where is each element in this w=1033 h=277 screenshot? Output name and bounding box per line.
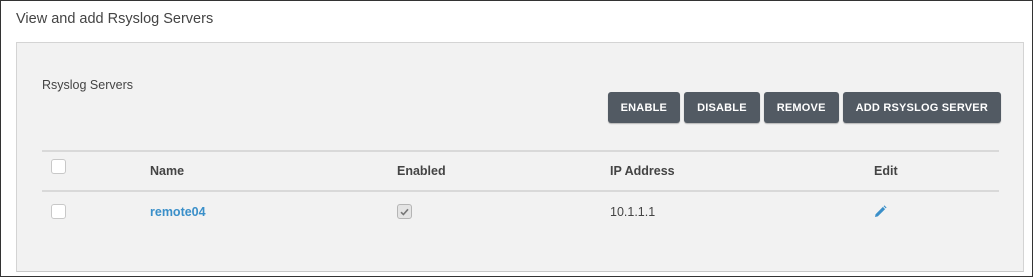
column-header-name[interactable]: Name [150, 152, 184, 190]
column-header-edit: Edit [874, 164, 898, 178]
page-title: View and add Rsyslog Servers [16, 11, 214, 27]
row-select-cell [51, 192, 66, 231]
column-header-enabled[interactable]: Enabled [397, 152, 446, 190]
remove-button[interactable]: REMOVE [763, 92, 839, 123]
row-select-checkbox[interactable] [51, 204, 66, 219]
column-header-ip-address[interactable]: IP Address [610, 152, 675, 190]
checkmark-icon [400, 208, 409, 216]
pencil-icon[interactable] [874, 205, 887, 218]
select-all-cell [51, 147, 66, 185]
toolbar: ENABLE DISABLE REMOVE ADD RSYSLOG SERVER [607, 92, 1001, 123]
window-frame: View and add Rsyslog Servers Rsyslog Ser… [0, 0, 1033, 277]
disable-button[interactable]: DISABLE [684, 92, 760, 123]
rsyslog-table: Name Enabled IP Address Edit remote04 10… [42, 150, 999, 231]
table-header-row: Name Enabled IP Address Edit [42, 152, 999, 192]
table-row: remote04 10.1.1.1 [42, 192, 999, 231]
ip-address-cell: 10.1.1.1 [610, 204, 656, 219]
edit-cell [874, 192, 887, 231]
rsyslog-panel: Rsyslog Servers ENABLE DISABLE REMOVE AD… [16, 42, 1024, 272]
server-name-cell: remote04 [150, 192, 206, 231]
add-rsyslog-server-button[interactable]: ADD RSYSLOG SERVER [842, 92, 1001, 123]
section-title: Rsyslog Servers [42, 78, 133, 92]
select-all-checkbox[interactable] [51, 158, 66, 174]
enabled-cell [397, 192, 412, 231]
server-name-link[interactable]: remote04 [150, 205, 206, 219]
enable-button[interactable]: ENABLE [607, 92, 681, 123]
enabled-checkbox [397, 204, 412, 219]
